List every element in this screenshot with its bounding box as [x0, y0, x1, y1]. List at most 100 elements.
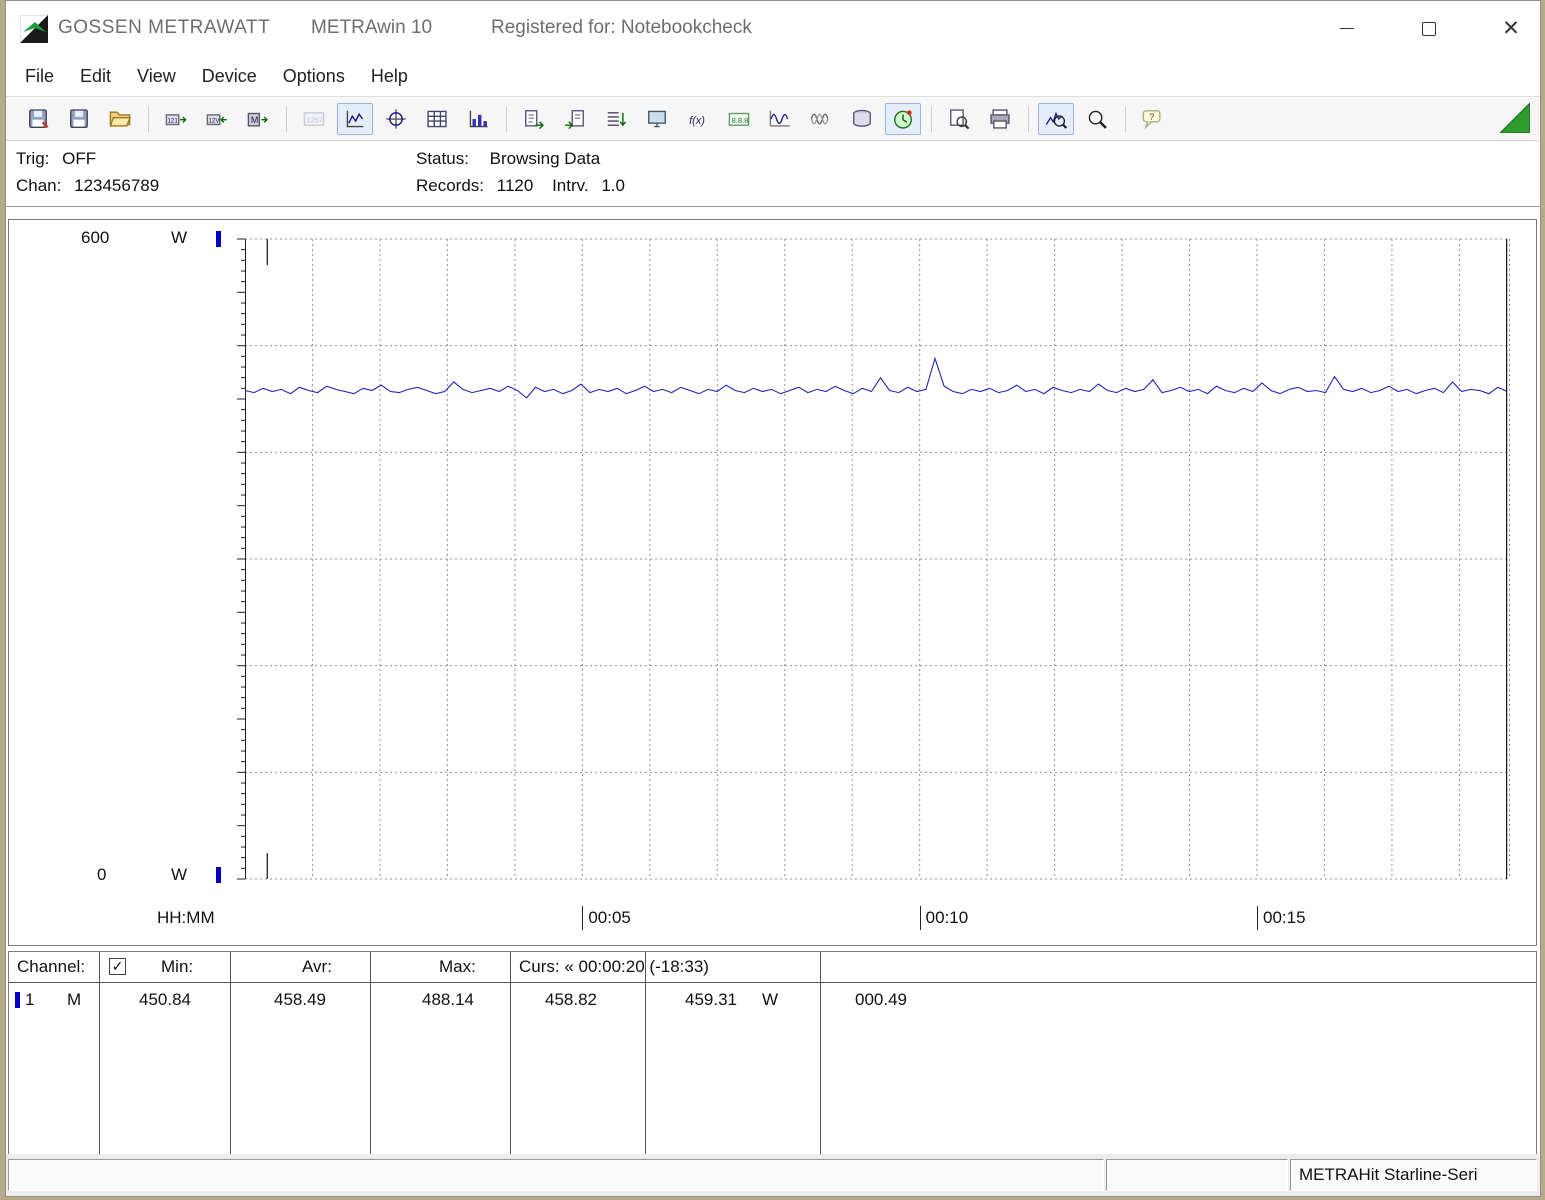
resize-triangle-icon[interactable]: [1500, 103, 1530, 133]
menu-options[interactable]: Options: [270, 62, 358, 91]
statusbar-device-pane: METRAHit Starline-Seri: [1290, 1159, 1537, 1191]
read-device-icon: 121: [165, 108, 187, 130]
app-title: METRAwin 10: [311, 17, 432, 39]
table-divider: [820, 952, 821, 1156]
tooltip-help-button[interactable]: ?: [1135, 103, 1171, 135]
menu-device[interactable]: Device: [189, 62, 270, 91]
trend-view-button[interactable]: [337, 103, 373, 135]
print-preview-icon: [948, 108, 970, 130]
save-button[interactable]: [20, 103, 56, 135]
channel-marker-bottom: [216, 867, 221, 883]
chart-panel: 600 W 0 W HH:MM 00:0500:1000:15: [8, 219, 1537, 946]
toolbar-separator: [1028, 106, 1029, 132]
maximize-button[interactable]: [1414, 14, 1444, 44]
records-value: 1120: [497, 176, 534, 196]
status-panel: Trig: OFF Chan: 123456789 Status: Browsi…: [6, 141, 1540, 207]
table-view-button[interactable]: [419, 103, 455, 135]
cell-channel-num: 1: [25, 990, 34, 1010]
zoom-icon: [1086, 108, 1108, 130]
svg-text:1257: 1257: [306, 115, 323, 124]
cell-max: 488.14: [422, 990, 474, 1010]
sort-records-icon: [605, 108, 627, 130]
save-as-button[interactable]: [61, 103, 97, 135]
menu-view[interactable]: View: [124, 62, 189, 91]
print-preview-button[interactable]: [941, 103, 977, 135]
save-icon: [27, 108, 49, 130]
xy-view-button[interactable]: [378, 103, 414, 135]
envelope-button[interactable]: [803, 103, 839, 135]
y-max-label: 600: [81, 228, 109, 248]
svg-text:12V: 12V: [208, 117, 220, 124]
table-divider: [510, 952, 511, 1156]
toolbar-separator: [1125, 106, 1126, 132]
records-label: Records:: [416, 176, 484, 196]
col-channel-header: Channel:: [17, 957, 85, 977]
status-bar: METRAHit Starline-Seri: [6, 1154, 1540, 1196]
program-device-button[interactable]: 12V: [199, 103, 235, 135]
close-button[interactable]: ✕: [1496, 14, 1526, 44]
save-as-icon: [68, 108, 90, 130]
numeric-display-button[interactable]: 8.8.8: [721, 103, 757, 135]
status-value: Browsing Data: [490, 149, 601, 169]
table-view-icon: [426, 108, 448, 130]
cell-curs-right: 459.31: [685, 990, 737, 1010]
x-tick-label: 00:05: [582, 906, 631, 930]
formula-button[interactable]: f(x): [680, 103, 716, 135]
waveform-icon: [769, 108, 791, 130]
brand-text: GOSSEN METRAWATT: [58, 17, 270, 39]
import-data-button[interactable]: [557, 103, 593, 135]
menu-file[interactable]: File: [12, 62, 67, 91]
menu-bar: File Edit View Device Options Help: [6, 56, 1540, 96]
open-button[interactable]: [102, 103, 138, 135]
svg-text:8.8.8: 8.8.8: [732, 115, 749, 124]
toolbar-separator: [931, 106, 932, 132]
channel-marker-top: [216, 231, 221, 247]
monitor-button[interactable]: [639, 103, 675, 135]
intrv-label: Intrv.: [552, 176, 589, 196]
device-memory-button[interactable]: M: [240, 103, 276, 135]
chan-label: Chan:: [16, 176, 61, 196]
zoom-button[interactable]: [1079, 103, 1115, 135]
statusbar-message-pane: [8, 1159, 1104, 1191]
waveform-button[interactable]: [762, 103, 798, 135]
y-min-label: 0: [97, 865, 106, 885]
export-data-button[interactable]: [516, 103, 552, 135]
cursor-header: Curs: « 00:00:20 (-18:33): [519, 957, 709, 977]
print-icon: [989, 108, 1011, 130]
x-tick-label: 00:10: [920, 906, 969, 930]
read-device-button[interactable]: 121: [158, 103, 194, 135]
cell-delta: 000.49: [855, 990, 907, 1010]
x-axis-unit-label: HH:MM: [157, 906, 215, 930]
cell-channel-mode: M: [67, 990, 81, 1010]
x-tick-label: 00:15: [1257, 906, 1306, 930]
channel-checkbox[interactable]: ✓: [109, 958, 126, 975]
sort-records-button[interactable]: [598, 103, 634, 135]
col-min-header: Min:: [161, 957, 193, 977]
y-unit-bottom: W: [171, 865, 187, 885]
title-bar[interactable]: GOSSEN METRAWATT METRAwin 10 Registered …: [6, 1, 1540, 56]
toolbar: 121 12V M 1257 f(x) 8.8.8?: [6, 96, 1540, 141]
export-data-icon: [523, 108, 545, 130]
trend-plot[interactable]: [231, 237, 1512, 881]
print-button[interactable]: [982, 103, 1018, 135]
value-display-button[interactable]: 1257: [296, 103, 332, 135]
svg-text:121: 121: [167, 117, 178, 124]
menu-edit[interactable]: Edit: [67, 62, 124, 91]
envelope-icon: [810, 108, 832, 130]
table-divider: [370, 952, 371, 1156]
program-device-icon: 12V: [206, 108, 228, 130]
import-data-icon: [564, 108, 586, 130]
timer-button[interactable]: [885, 103, 921, 135]
svg-text:?: ?: [1149, 111, 1154, 121]
bar-view-icon: [467, 108, 489, 130]
col-avr-header: Avr:: [302, 957, 332, 977]
table-divider: [230, 952, 231, 1156]
numeric-display-icon: 8.8.8: [728, 108, 750, 130]
statistics-button[interactable]: [844, 103, 880, 135]
bar-view-button[interactable]: [460, 103, 496, 135]
formula-icon: f(x): [687, 108, 709, 130]
zoom-time-button[interactable]: [1038, 103, 1074, 135]
timer-icon: [892, 108, 914, 130]
menu-help[interactable]: Help: [358, 62, 421, 91]
minimize-button[interactable]: [1332, 14, 1362, 44]
